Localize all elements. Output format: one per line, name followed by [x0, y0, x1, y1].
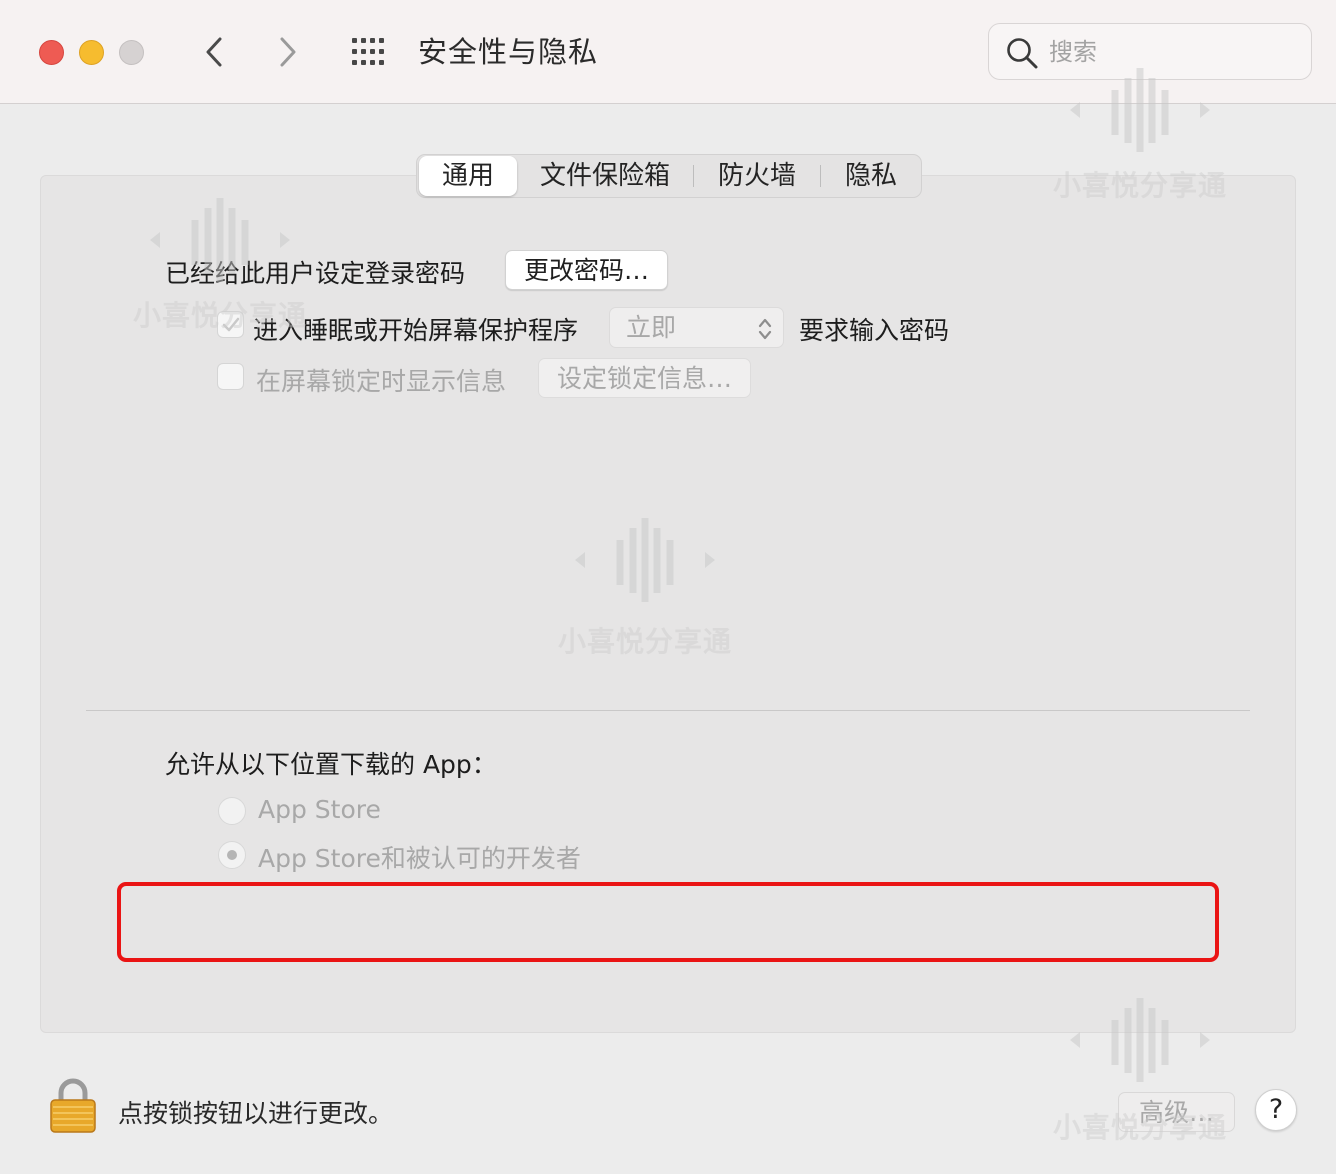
change-password-button[interactable]: 更改密码…: [505, 250, 669, 290]
radio-app-store-label: App Store: [258, 795, 381, 824]
require-password-label: 要求输入密码: [799, 316, 950, 345]
chevron-left-icon: [206, 37, 222, 67]
password-delay-value: 立即: [626, 313, 677, 342]
login-password-label: 已经给此用户设定登录密码: [165, 259, 466, 288]
section-divider: [86, 710, 1250, 711]
tab-firewall[interactable]: 防火墙: [694, 156, 820, 196]
radio-app-store-identified-label: App Store和被认可的开发者: [258, 844, 581, 873]
download-sources-heading: 允许从以下位置下载的 App：: [165, 750, 497, 779]
lock-message-label: 在屏幕锁定时显示信息: [256, 367, 507, 396]
select-chevrons-icon: [758, 318, 772, 340]
tab-general[interactable]: 通用: [419, 156, 517, 196]
lock-hint-text: 点按锁按钮以进行更改。: [118, 1099, 394, 1128]
radio-selected-dot: [227, 850, 237, 860]
chevron-right-icon: [280, 37, 296, 67]
highlight-annotation: [117, 882, 1219, 962]
grid-icon[interactable]: [350, 36, 390, 68]
radio-app-store-identified[interactable]: [218, 841, 246, 869]
lock-icon[interactable]: [48, 1076, 98, 1134]
radio-app-store[interactable]: [218, 797, 246, 825]
title-bar: 安全性与隐私: [0, 0, 1336, 104]
tab-filevault[interactable]: 文件保险箱: [517, 156, 693, 196]
sleep-checkbox-label: 进入睡眠或开始屏幕保护程序: [253, 316, 579, 345]
lock-message-checkbox[interactable]: [217, 363, 244, 390]
minimize-button[interactable]: [79, 40, 104, 65]
password-delay-select[interactable]: 立即: [609, 307, 784, 348]
close-button[interactable]: [39, 40, 64, 65]
window-title: 安全性与隐私: [418, 35, 599, 69]
back-button[interactable]: [194, 30, 234, 74]
checkmark-icon: [222, 317, 240, 332]
advanced-button[interactable]: 高级…: [1118, 1092, 1236, 1132]
tab-privacy[interactable]: 隐私: [821, 156, 921, 196]
tab-bar: 通用 文件保险箱 防火墙 隐私: [416, 154, 922, 198]
search-input[interactable]: [1049, 32, 1289, 72]
search-field[interactable]: [988, 23, 1312, 80]
help-button[interactable]: ?: [1255, 1089, 1297, 1131]
set-lock-message-button[interactable]: 设定锁定信息…: [538, 358, 752, 398]
sleep-checkbox[interactable]: [217, 311, 244, 338]
search-icon: [1007, 38, 1038, 69]
zoom-button[interactable]: [119, 40, 144, 65]
forward-button[interactable]: [268, 30, 308, 74]
